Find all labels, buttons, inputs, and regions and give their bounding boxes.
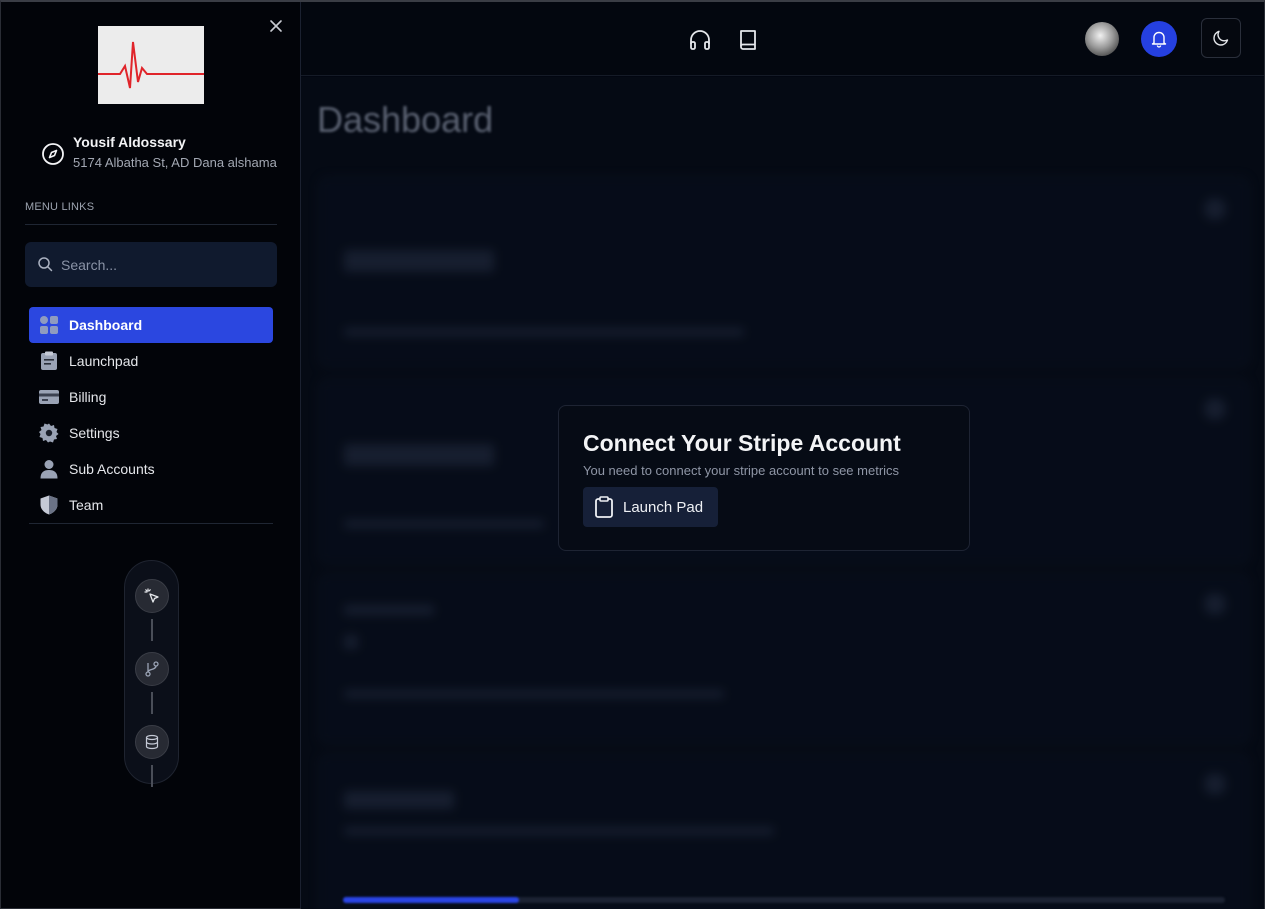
menu-links-label: MENU LINKS xyxy=(25,201,95,213)
gear-icon xyxy=(39,423,59,443)
step-connector xyxy=(151,692,153,714)
sidebar-item-dashboard[interactable]: Dashboard xyxy=(29,307,273,343)
clipboard-icon xyxy=(595,496,613,518)
sidebar-nav: Dashboard Launchpad Billing Settings Sub… xyxy=(29,307,273,523)
progress-fill xyxy=(343,897,520,903)
card-description: You need to connect your stripe account … xyxy=(583,463,900,478)
step-database[interactable] xyxy=(135,725,169,759)
compass-icon xyxy=(42,143,64,165)
clipboard-icon xyxy=(39,351,59,371)
dashboard-icon xyxy=(39,315,59,335)
heartbeat-logo-icon xyxy=(98,41,204,89)
sidebar-item-label: Dashboard xyxy=(69,317,143,333)
placeholder-card xyxy=(319,177,1249,367)
step-pointer[interactable] xyxy=(135,579,169,613)
book-icon[interactable] xyxy=(736,28,760,52)
search-input[interactable] xyxy=(61,242,271,287)
headphones-icon[interactable] xyxy=(688,28,712,52)
search-box xyxy=(25,242,277,287)
bell-icon xyxy=(1151,31,1167,48)
card-title: Connect Your Stripe Account xyxy=(583,430,901,456)
progress-bar xyxy=(343,897,1225,903)
placeholder-card xyxy=(319,754,1249,909)
user-address: 5174 Albatha St, AD Dana alshamalia xyxy=(73,155,277,170)
divider xyxy=(29,523,273,524)
launch-pad-button[interactable]: Launch Pad xyxy=(583,487,718,527)
database-icon xyxy=(145,734,159,750)
moon-icon xyxy=(1213,30,1229,46)
close-sidebar-button[interactable] xyxy=(267,17,285,35)
page-title: Dashboard xyxy=(317,99,494,140)
close-icon xyxy=(270,20,282,32)
step-branch[interactable] xyxy=(135,652,169,686)
step-connector xyxy=(151,765,153,787)
sidebar-item-sub-accounts[interactable]: Sub Accounts xyxy=(29,451,273,487)
git-branch-icon xyxy=(145,661,159,677)
sidebar-item-settings[interactable]: Settings xyxy=(29,415,273,451)
workflow-stepper xyxy=(124,560,179,787)
divider xyxy=(25,224,277,225)
connect-stripe-card: Connect Your Stripe Account You need to … xyxy=(558,405,970,551)
logo xyxy=(98,26,204,104)
search-icon xyxy=(38,257,53,272)
notifications-button[interactable] xyxy=(1141,21,1177,57)
person-icon xyxy=(39,459,59,479)
button-label: Launch Pad xyxy=(623,498,704,516)
sidebar-item-label: Billing xyxy=(69,389,107,405)
user-profile[interactable]: Yousif Aldossary 5174 Albatha St, AD Dan… xyxy=(41,134,281,174)
sidebar-item-billing[interactable]: Billing xyxy=(29,379,273,415)
shield-icon xyxy=(39,495,59,515)
top-bar xyxy=(301,2,1264,76)
app-window: Yousif Aldossary 5174 Albatha St, AD Dan… xyxy=(0,0,1265,909)
placeholder-card xyxy=(319,574,1249,744)
user-name: Yousif Aldossary xyxy=(73,134,186,150)
sidebar-item-launchpad[interactable]: Launchpad xyxy=(29,343,273,379)
pointer-click-icon xyxy=(144,588,159,603)
sidebar: Yousif Aldossary 5174 Albatha St, AD Dan… xyxy=(1,2,301,908)
sidebar-item-label: Sub Accounts xyxy=(69,461,155,477)
sidebar-item-label: Settings xyxy=(69,425,120,441)
sidebar-item-team[interactable]: Team xyxy=(29,487,273,523)
theme-toggle-button[interactable] xyxy=(1201,18,1241,58)
avatar[interactable] xyxy=(1085,22,1119,56)
credit-card-icon xyxy=(39,387,59,407)
sidebar-item-label: Launchpad xyxy=(69,353,139,369)
sidebar-item-label: Team xyxy=(69,497,104,513)
step-connector xyxy=(151,619,153,641)
